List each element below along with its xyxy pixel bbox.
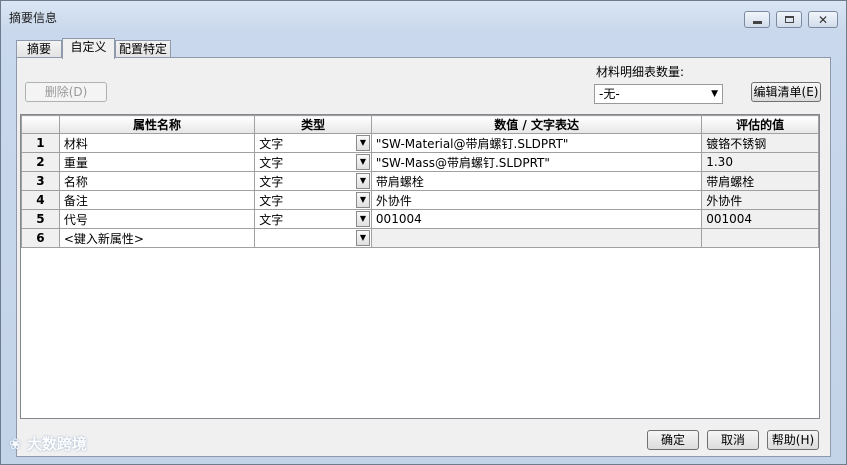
- column-header-rownum[interactable]: [21, 115, 60, 134]
- evaluated-value-cell: 外协件: [701, 190, 819, 210]
- chevron-down-icon[interactable]: ▼: [355, 192, 370, 208]
- value-expression-cell[interactable]: 外协件: [370, 190, 703, 210]
- type-select[interactable]: 文字 ▼: [254, 190, 372, 210]
- evaluated-value-cell: 1.30: [701, 152, 819, 172]
- table-row: 4 备注 文字 ▼ 外协件 外协件: [21, 190, 819, 210]
- maximize-icon: [784, 16, 794, 23]
- bom-quantity-value: -无-: [599, 87, 620, 101]
- type-value: 文字: [259, 174, 284, 189]
- chevron-down-icon[interactable]: ▼: [355, 173, 370, 189]
- close-icon: ✕: [817, 12, 829, 27]
- type-select[interactable]: 文字 ▼: [254, 171, 372, 191]
- tab-label: 自定义: [70, 40, 107, 54]
- column-header-value-expression[interactable]: 数值 / 文字表达: [370, 115, 703, 134]
- close-button[interactable]: ✕: [808, 11, 838, 28]
- ok-button[interactable]: 确定: [647, 430, 699, 450]
- chevron-down-icon[interactable]: ▼: [355, 135, 370, 151]
- table-row: 5 代号 文字 ▼ 001004 001004: [21, 209, 819, 229]
- maximize-button[interactable]: [776, 11, 802, 28]
- title-bar[interactable]: 摘要信息 ✕: [1, 1, 846, 31]
- new-property-cell[interactable]: <键入新属性>: [58, 228, 256, 248]
- value-expression-cell[interactable]: "SW-Material@带肩螺钉.SLDPRT": [370, 133, 703, 153]
- property-name-cell[interactable]: 名称: [58, 171, 256, 191]
- chevron-down-icon[interactable]: ▼: [355, 154, 370, 170]
- minimize-icon: [752, 20, 762, 24]
- column-header-type[interactable]: 类型: [254, 115, 372, 134]
- help-button[interactable]: 帮助(H): [767, 430, 819, 450]
- value-expression-cell[interactable]: 带肩螺栓: [370, 171, 703, 191]
- watermark: ❀ 大数跨境: [9, 433, 87, 454]
- tab-label: 配置特定: [118, 42, 167, 56]
- value-expression-cell[interactable]: 001004: [370, 209, 703, 229]
- table-row-new: 6 <键入新属性> ▼: [21, 228, 819, 248]
- tab-label: 摘要: [26, 42, 51, 56]
- custom-properties-panel: 删除(D) 材料明细表数量: -无- ▼ 编辑清单(E) 属性名称 类型 数值 …: [16, 57, 831, 457]
- tab-custom[interactable]: 自定义: [62, 38, 115, 59]
- edit-list-button[interactable]: 编辑清单(E): [751, 82, 821, 102]
- bom-quantity-label: 材料明细表数量:: [596, 65, 685, 79]
- property-name-cell[interactable]: 重量: [58, 152, 256, 172]
- tab-summary[interactable]: 摘要: [16, 40, 62, 58]
- row-number[interactable]: 4: [21, 190, 60, 210]
- bom-quantity-select[interactable]: -无- ▼: [594, 84, 723, 104]
- minimize-button[interactable]: [744, 11, 770, 28]
- properties-grid: 属性名称 类型 数值 / 文字表达 评估的值 1 材料 文字 ▼ "SW-Mate…: [20, 114, 820, 419]
- table-row: 2 重量 文字 ▼ "SW-Mass@带肩螺钉.SLDPRT" 1.30: [21, 152, 819, 172]
- cancel-button[interactable]: 取消: [707, 430, 759, 450]
- evaluated-value-cell: 镀铬不锈钢: [701, 133, 819, 153]
- window-title: 摘要信息: [9, 11, 58, 25]
- value-expression-cell[interactable]: [370, 228, 703, 248]
- table-row: 3 名称 文字 ▼ 带肩螺栓 带肩螺栓: [21, 171, 819, 191]
- type-value: 文字: [259, 212, 284, 227]
- table-row: 1 材料 文字 ▼ "SW-Material@带肩螺钉.SLDPRT" 镀铬不锈钢: [21, 133, 819, 153]
- row-number[interactable]: 5: [21, 209, 60, 229]
- header-row: 属性名称 类型 数值 / 文字表达 评估的值: [21, 115, 819, 134]
- properties-dialog: 摘要信息 ✕ 摘要 自定义 配置特定 删除(D) 材料明细表数量: -无- ▼ …: [0, 0, 847, 465]
- row-number[interactable]: 3: [21, 171, 60, 191]
- row-number[interactable]: 6: [21, 228, 60, 248]
- value-expression-cell[interactable]: "SW-Mass@带肩螺钉.SLDPRT": [370, 152, 703, 172]
- type-value: 文字: [259, 155, 284, 170]
- type-value: 文字: [259, 136, 284, 151]
- type-select[interactable]: 文字 ▼: [254, 152, 372, 172]
- property-name-cell[interactable]: 材料: [58, 133, 256, 153]
- type-value: 文字: [259, 193, 284, 208]
- row-number[interactable]: 2: [21, 152, 60, 172]
- watermark-logo-icon: ❀: [9, 435, 22, 453]
- column-header-evaluated-value[interactable]: 评估的值: [701, 115, 819, 134]
- evaluated-value-cell: 001004: [701, 209, 819, 229]
- tab-config-specific[interactable]: 配置特定: [115, 40, 171, 58]
- row-number[interactable]: 1: [21, 133, 60, 153]
- type-select[interactable]: 文字 ▼: [254, 133, 372, 153]
- chevron-down-icon: ▼: [711, 89, 718, 99]
- chevron-down-icon[interactable]: ▼: [355, 211, 370, 227]
- column-header-property-name[interactable]: 属性名称: [58, 115, 256, 134]
- type-select[interactable]: 文字 ▼: [254, 209, 372, 229]
- property-name-cell[interactable]: 备注: [58, 190, 256, 210]
- properties-table: 属性名称 类型 数值 / 文字表达 评估的值 1 材料 文字 ▼ "SW-Mate…: [21, 115, 819, 248]
- type-select[interactable]: ▼: [254, 228, 372, 248]
- chevron-down-icon[interactable]: ▼: [355, 230, 370, 246]
- property-name-cell[interactable]: 代号: [58, 209, 256, 229]
- evaluated-value-cell: 带肩螺栓: [701, 171, 819, 191]
- watermark-text: 大数跨境: [26, 435, 87, 453]
- delete-button[interactable]: 删除(D): [25, 82, 107, 102]
- evaluated-value-cell: [701, 228, 819, 248]
